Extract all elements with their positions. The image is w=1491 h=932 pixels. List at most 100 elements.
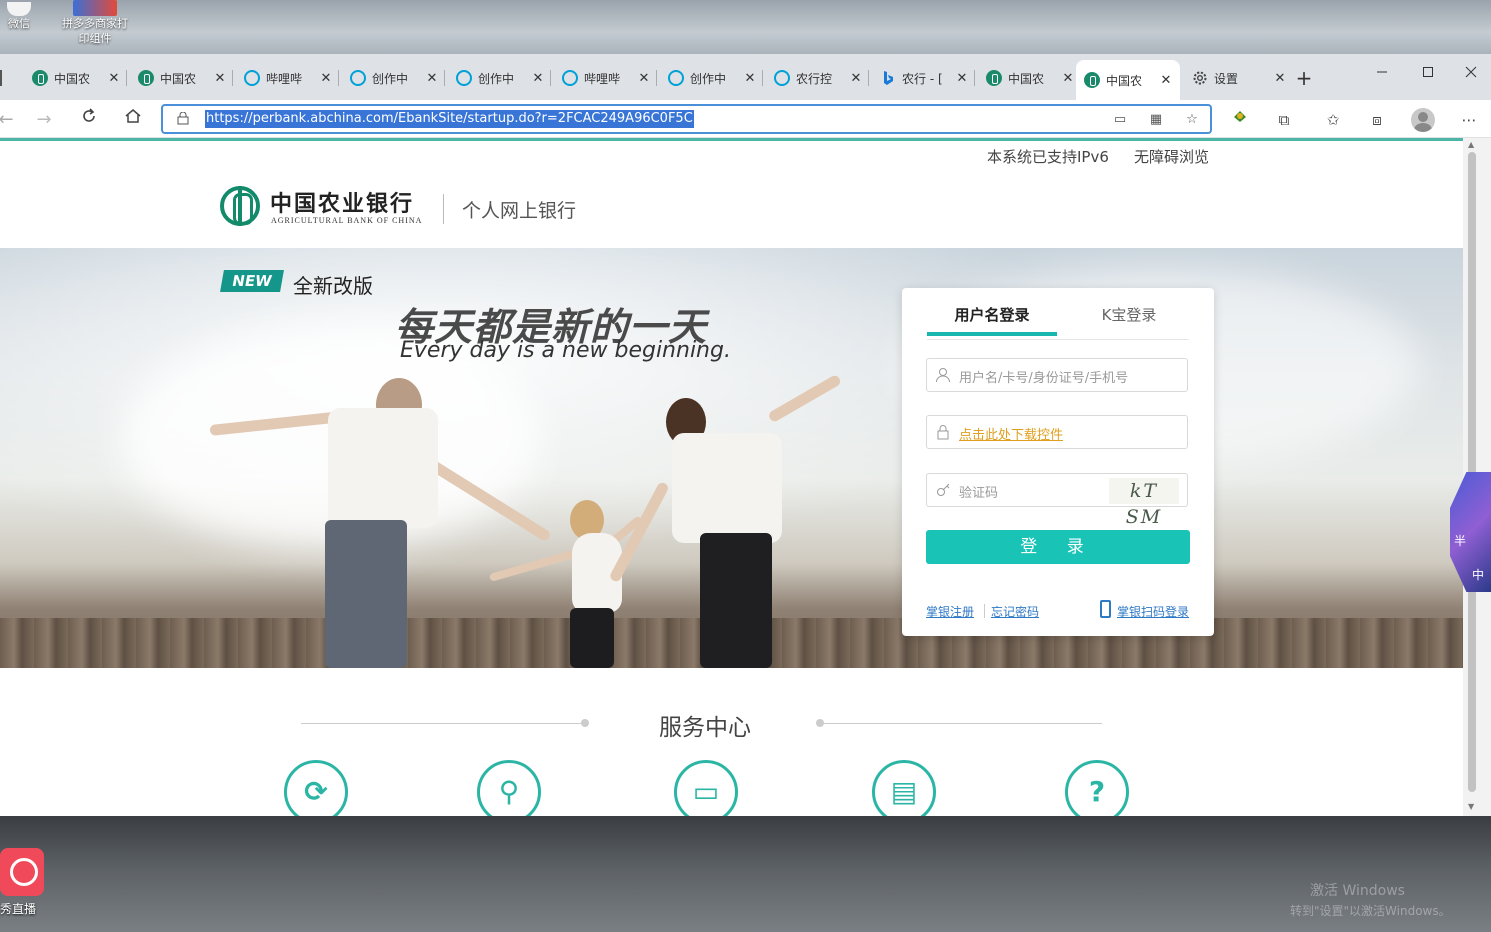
tab-divider <box>338 70 339 86</box>
abc-bank-icon <box>986 70 1002 86</box>
user-icon <box>936 368 950 383</box>
tab-divider <box>656 70 657 86</box>
new-tab-button[interactable]: + <box>1294 66 1314 90</box>
divider <box>927 339 1189 340</box>
login-button[interactable]: 登 录 <box>926 530 1190 564</box>
favorites-icon[interactable]: ✩ <box>1319 106 1347 134</box>
forgot-password-link[interactable]: 忘记密码 <box>991 603 1039 620</box>
close-icon[interactable]: ✕ <box>848 71 864 86</box>
forward-button[interactable]: → <box>30 106 58 134</box>
mobile-register-link[interactable]: 掌银注册 <box>926 603 974 620</box>
close-icon[interactable]: ✕ <box>1060 71 1076 86</box>
home-button[interactable] <box>119 106 147 134</box>
browser-toolbar: ← → https://perbank.abchina.com/EbankSit… <box>0 100 1491 138</box>
abc-bank-icon <box>1084 72 1100 88</box>
widget-glyph: 中 <box>1472 568 1485 582</box>
tab-11-active[interactable]: 中国农 ✕ <box>1076 60 1180 100</box>
tab-1[interactable]: 中国农 ✕ <box>24 62 122 94</box>
help-icon[interactable]: ? <box>1065 760 1129 816</box>
header-divider <box>443 194 444 224</box>
scroll-down-icon[interactable]: ▼ <box>1468 802 1474 811</box>
tab-4[interactable]: 创作中 ✕ <box>342 62 440 94</box>
accessibility-link[interactable]: 无障碍浏览 <box>1134 146 1209 167</box>
url-text[interactable]: https://perbank.abchina.com/EbankSite/st… <box>205 110 694 128</box>
scan-login-link[interactable]: 掌银扫码登录 <box>1117 603 1189 620</box>
profile-avatar[interactable] <box>1411 108 1435 132</box>
bilibili-icon <box>456 70 472 86</box>
tab-divider <box>868 70 869 86</box>
desktop-icon-wechat[interactable]: 微信 <box>4 2 34 31</box>
home-icon <box>125 109 141 123</box>
document-icon[interactable]: ▤ <box>872 760 936 816</box>
extensions-puzzle-icon[interactable]: ⧉ <box>1270 106 1298 134</box>
tab-7[interactable]: 创作中 ✕ <box>660 62 758 94</box>
add-favorite-icon[interactable]: ☆ <box>1183 111 1201 129</box>
close-icon[interactable]: ✕ <box>530 71 546 86</box>
more-menu-icon[interactable]: ⋯ <box>1455 106 1483 134</box>
tab-10[interactable]: 中国农 ✕ <box>978 62 1076 94</box>
qr-code-icon[interactable]: ▦ <box>1147 111 1165 129</box>
tab-title: 哔哩哔 <box>584 71 621 86</box>
bank-name-en: AGRICULTURAL BANK OF CHINA <box>271 216 423 225</box>
slogan-en: Every day is a new beginning. <box>400 338 731 363</box>
username-input[interactable]: 用户名/卡号/身份证号/手机号 <box>926 358 1188 392</box>
refresh-icon[interactable]: ⟳ <box>284 760 348 816</box>
close-icon[interactable]: ✕ <box>1272 71 1288 86</box>
tab-divider <box>974 70 975 86</box>
maximize-button[interactable] <box>1405 60 1451 88</box>
tab-6[interactable]: 哔哩哔 ✕ <box>554 62 652 94</box>
tab-divider <box>444 70 445 86</box>
tab-3[interactable]: 哔哩哔 ✕ <box>236 62 334 94</box>
collections-icon[interactable]: ⧈ <box>1363 106 1391 134</box>
tab-2[interactable]: 中国农 ✕ <box>130 62 228 94</box>
close-icon[interactable]: ✕ <box>318 71 334 86</box>
captcha-input[interactable]: 验证码 kT SM <box>926 473 1188 528</box>
captcha-placeholder: 验证码 <box>959 486 999 501</box>
desktop-icon-label: 微信 <box>8 17 30 30</box>
ipv6-link[interactable]: 本系统已支持IPv6 <box>987 146 1109 167</box>
close-icon[interactable]: ✕ <box>1158 73 1174 88</box>
tab-username-login[interactable]: 用户名登录 <box>927 304 1057 336</box>
close-icon[interactable]: ✕ <box>742 71 758 86</box>
close-icon[interactable]: ✕ <box>106 71 122 86</box>
scroll-up-icon[interactable]: ▲ <box>1468 140 1474 149</box>
redesign-text: 全新改版 <box>293 274 373 298</box>
captcha-image[interactable]: kT SM <box>1109 478 1179 528</box>
live-stream-app-icon[interactable] <box>0 848 44 896</box>
widget-glyph: 半 <box>1454 534 1467 548</box>
password-field[interactable]: 点击此处下载控件 <box>926 415 1188 449</box>
close-window-button[interactable] <box>1451 60 1491 88</box>
pdd-print-icon <box>73 0 117 16</box>
card-icon[interactable]: ▭ <box>674 760 738 816</box>
close-icon[interactable]: ✕ <box>636 71 652 86</box>
jeans <box>325 520 407 668</box>
abc-bank-icon <box>32 70 48 86</box>
close-icon[interactable]: ✕ <box>424 71 440 86</box>
desktop-icon-pdd-print[interactable]: 拼多多商家打印组件 <box>57 0 133 46</box>
tab-divider <box>762 70 763 86</box>
tab-8[interactable]: 农行控 ✕ <box>766 62 864 94</box>
minimize-button[interactable] <box>1359 60 1405 88</box>
extension-icon[interactable] <box>1226 106 1254 134</box>
tab-title: 中国农 <box>1008 71 1045 86</box>
address-bar[interactable]: https://perbank.abchina.com/EbankSite/st… <box>161 104 1212 134</box>
read-aloud-icon[interactable]: ▭ <box>1111 111 1129 129</box>
tab-kbao-login[interactable]: K宝登录 <box>1070 304 1188 336</box>
arm <box>767 373 843 424</box>
tab-scroll-left[interactable] <box>0 70 6 86</box>
close-icon[interactable]: ✕ <box>212 71 228 86</box>
shirt <box>672 433 782 543</box>
back-button[interactable]: ← <box>0 106 20 134</box>
tab-9[interactable]: 农行 - [ ✕ <box>872 62 970 94</box>
tab-5[interactable]: 创作中 ✕ <box>448 62 546 94</box>
close-icon <box>1465 66 1477 78</box>
close-icon[interactable]: ✕ <box>954 71 970 86</box>
refresh-icon <box>83 108 95 122</box>
key-icon[interactable]: ⚲ <box>477 760 541 816</box>
tab-12[interactable]: 设置 ✕ <box>1184 62 1288 94</box>
refresh-button[interactable] <box>75 106 103 134</box>
bank-name-cn: 中国农业银行 <box>270 191 415 217</box>
hero-banner: NEW 全新改版 每天都是新的一天 Every day is a new beg… <box>0 248 1463 668</box>
download-control-link[interactable]: 点击此处下载控件 <box>959 424 1063 443</box>
shirt <box>328 408 438 528</box>
